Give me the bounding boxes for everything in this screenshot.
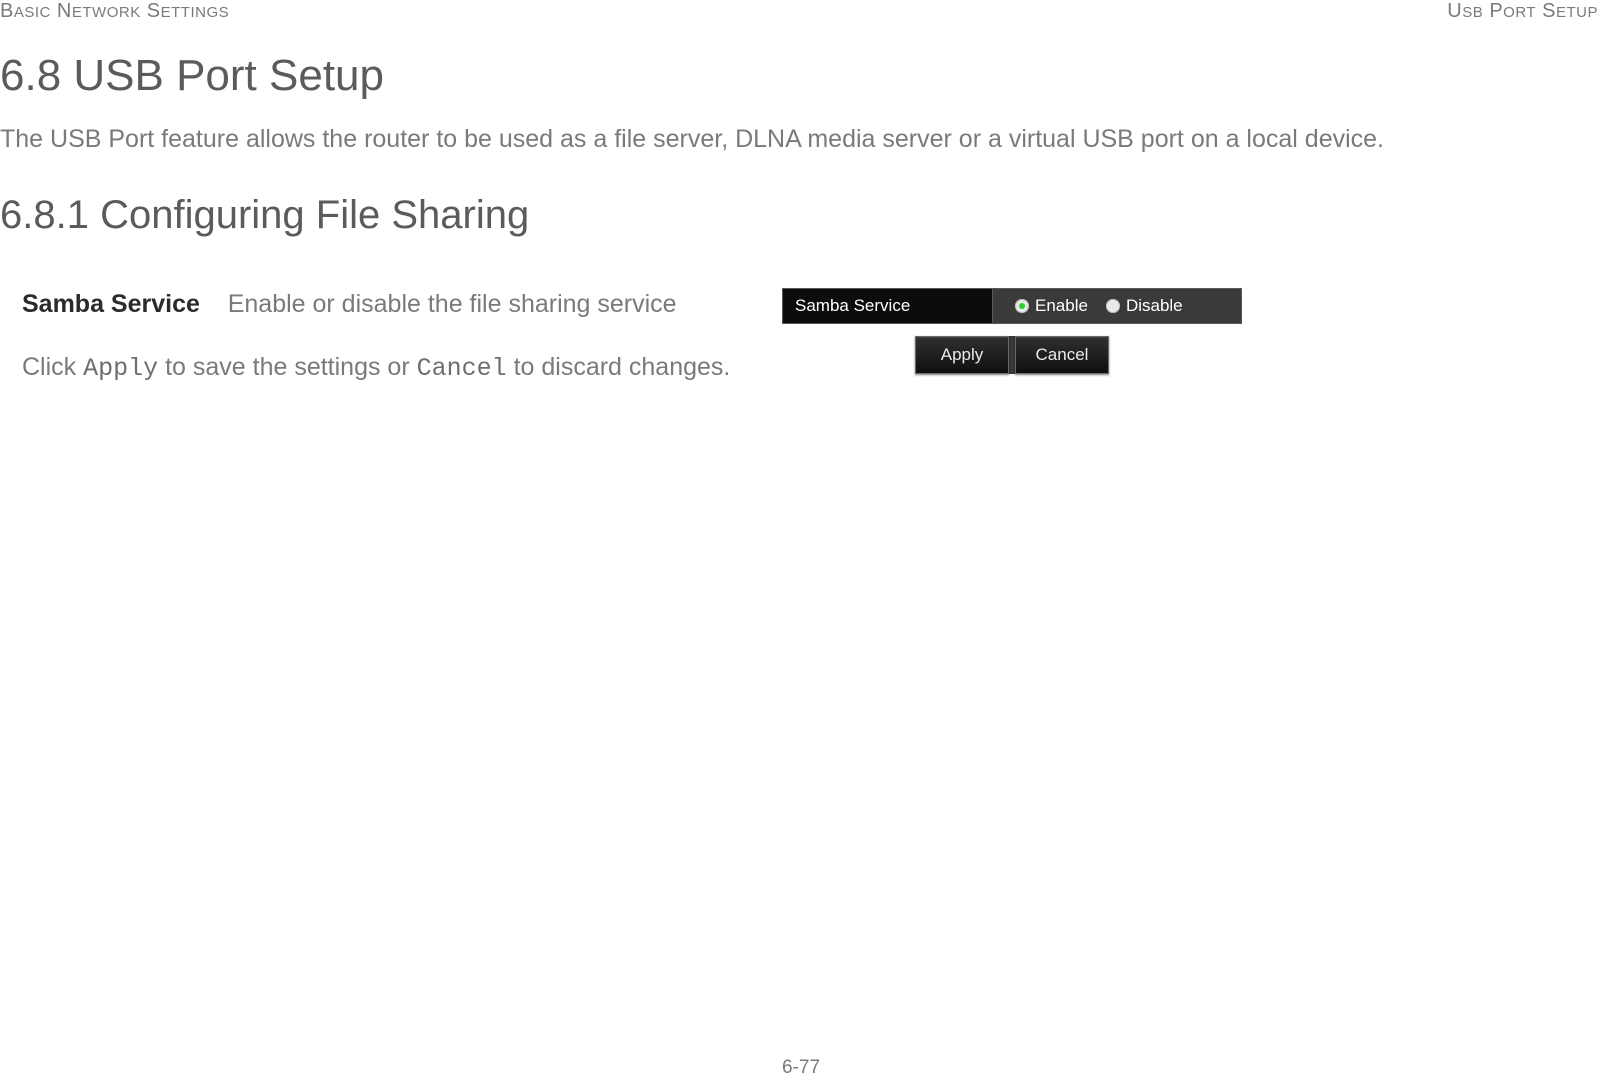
- radio-dot-selected-icon: [1015, 299, 1029, 313]
- apply-mid: to save the settings or: [158, 353, 416, 381]
- radio-disable[interactable]: Disable: [1106, 296, 1183, 316]
- section-intro: The USB Port feature allows the router t…: [0, 123, 1602, 157]
- router-row-label: Samba Service: [782, 288, 992, 324]
- samba-description: Samba Service Enable or disable the file…: [22, 288, 742, 322]
- radio-enable[interactable]: Enable: [1015, 296, 1088, 316]
- router-ui-panel: Samba Service Enable Disable Apply Cance…: [782, 288, 1242, 374]
- apply-post: to discard changes.: [507, 353, 731, 381]
- header-left: Basic Network Settings: [0, 0, 229, 23]
- samba-text: Enable or disable the file sharing servi…: [228, 290, 677, 318]
- subsection-heading: 6.8.1 Configuring File Sharing: [0, 193, 1602, 238]
- apply-pre: Click: [22, 353, 83, 381]
- header-right: USB Port Setup: [1447, 0, 1598, 23]
- router-radio-group: Enable Disable: [992, 288, 1242, 324]
- page-number: 6-77: [0, 1057, 1602, 1079]
- section-heading: 6.8 USB Port Setup: [0, 51, 1602, 101]
- cancel-mono: Cancel: [417, 354, 507, 383]
- radio-disable-label: Disable: [1126, 296, 1183, 316]
- apply-button[interactable]: Apply: [915, 336, 1009, 374]
- samba-label: Samba Service: [22, 290, 200, 318]
- apply-mono: Apply: [83, 354, 158, 383]
- apply-cancel-instruction: Click Apply to save the settings or Canc…: [22, 350, 742, 386]
- radio-dot-unselected-icon: [1106, 299, 1120, 313]
- cancel-button[interactable]: Cancel: [1015, 336, 1109, 374]
- radio-enable-label: Enable: [1035, 296, 1088, 316]
